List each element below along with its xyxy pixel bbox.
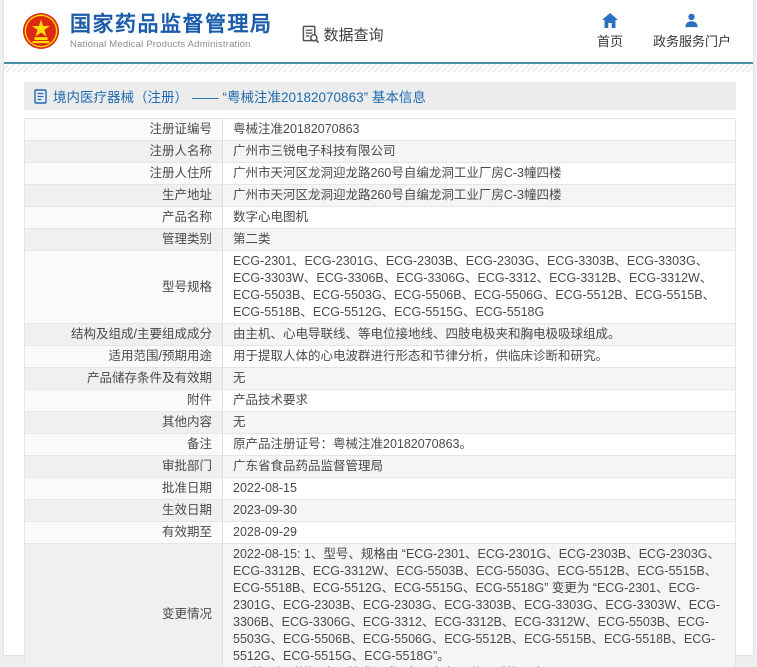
row-label: 注册证编号: [25, 119, 223, 140]
row-value: 广州市天河区龙洞迎龙路260号自编龙洞工业厂房C-3幢四楼: [223, 163, 735, 184]
row-value: 2022-08-15: 1、型号、规格由 “ECG-2301、ECG-2301G…: [223, 544, 735, 667]
top-nav: 首页 政务服务门户: [597, 13, 737, 50]
data-query-label: 数据查询: [324, 24, 384, 45]
row-label: 生产地址: [25, 185, 223, 206]
page-title: 境内医疗器械（注册） —— “粤械注准20182070863” 基本信息: [53, 86, 426, 106]
org-title: 国家药品监督管理局: [70, 13, 273, 37]
row-value: 数字心电图机: [223, 207, 735, 228]
row-value: 2023-09-30: [223, 500, 735, 521]
table-row: 结构及组成/主要组成成分由主机、心电导联线、等电位接地线、四肢电极夹和胸电极吸球…: [25, 324, 735, 346]
row-label: 产品储存条件及有效期: [25, 368, 223, 389]
row-value: 粤械注准20182070863: [223, 119, 735, 140]
row-label: 注册人名称: [25, 141, 223, 162]
table-row: 产品储存条件及有效期无: [25, 368, 735, 390]
table-row: 注册人住所广州市天河区龙洞迎龙路260号自编龙洞工业厂房C-3幢四楼: [25, 163, 735, 185]
row-label: 型号规格: [25, 251, 223, 323]
national-emblem-icon: [22, 12, 60, 50]
table-row: 产品名称数字心电图机: [25, 207, 735, 229]
page-card: 国家药品监督管理局 National Medical Products Admi…: [3, 0, 754, 656]
row-label: 批准日期: [25, 478, 223, 499]
app-header: 国家药品监督管理局 National Medical Products Admi…: [4, 0, 753, 62]
row-value: 产品技术要求: [223, 390, 735, 411]
row-label: 其他内容: [25, 412, 223, 433]
row-value: 2022-08-15: [223, 478, 735, 499]
row-label: 附件: [25, 390, 223, 411]
row-label: 注册人住所: [25, 163, 223, 184]
table-row: 生效日期2023-09-30: [25, 500, 735, 522]
hatch-band: [4, 64, 753, 72]
table-row: 附件产品技术要求: [25, 390, 735, 412]
row-label: 有效期至: [25, 522, 223, 543]
row-value: 广州市三锐电子科技有限公司: [223, 141, 735, 162]
person-icon: [684, 13, 699, 28]
nav-portal-label: 政务服务门户: [653, 31, 731, 50]
row-value: 广州市天河区龙洞迎龙路260号自编龙洞工业厂房C-3幢四楼: [223, 185, 735, 206]
doc-icon: [34, 89, 47, 104]
row-label: 结构及组成/主要组成成分: [25, 324, 223, 345]
table-row: 适用范围/预期用途用于提取人体的心电波群进行形态和节律分析，供临床诊断和研究。: [25, 346, 735, 368]
row-value: 2028-09-29: [223, 522, 735, 543]
row-value: ECG-2301、ECG-2301G、ECG-2303B、ECG-2303G、E…: [223, 251, 735, 323]
row-label: 产品名称: [25, 207, 223, 228]
info-table: 注册证编号粤械注准20182070863注册人名称广州市三锐电子科技有限公司注册…: [24, 118, 736, 667]
row-label: 生效日期: [25, 500, 223, 521]
row-label: 管理类别: [25, 229, 223, 250]
table-row: 管理类别第二类: [25, 229, 735, 251]
row-value: 广东省食品药品监督管理局: [223, 456, 735, 477]
table-rows: 注册证编号粤械注准20182070863注册人名称广州市三锐电子科技有限公司注册…: [25, 119, 735, 667]
doc-search-icon: [301, 25, 320, 44]
row-value: 第二类: [223, 229, 735, 250]
org-subtitle: National Medical Products Administration: [70, 39, 273, 50]
row-value: 原产品注册证号：粤械注准20182070863。: [223, 434, 735, 455]
table-row: 注册证编号粤械注准20182070863: [25, 119, 735, 141]
table-row: 有效期至2028-09-29: [25, 522, 735, 544]
table-row: 注册人名称广州市三锐电子科技有限公司: [25, 141, 735, 163]
nav-home[interactable]: 首页: [597, 13, 623, 50]
row-value: 无: [223, 368, 735, 389]
row-value: 用于提取人体的心电波群进行形态和节律分析，供临床诊断和研究。: [223, 346, 735, 367]
row-label: 适用范围/预期用途: [25, 346, 223, 367]
table-row: 型号规格ECG-2301、ECG-2301G、ECG-2303B、ECG-230…: [25, 251, 735, 324]
row-value: 无: [223, 412, 735, 433]
table-row: 其他内容无: [25, 412, 735, 434]
home-icon: [602, 13, 618, 28]
nav-home-label: 首页: [597, 31, 623, 50]
row-label: 备注: [25, 434, 223, 455]
row-label: 审批部门: [25, 456, 223, 477]
row-label: 变更情况: [25, 544, 223, 667]
table-row: 生产地址广州市天河区龙洞迎龙路260号自编龙洞工业厂房C-3幢四楼: [25, 185, 735, 207]
row-value: 由主机、心电导联线、等电位接地线、四肢电极夹和胸电极吸球组成。: [223, 324, 735, 345]
nav-portal[interactable]: 政务服务门户: [653, 13, 731, 50]
table-row: 批准日期2022-08-15: [25, 478, 735, 500]
brand-block: 国家药品监督管理局 National Medical Products Admi…: [70, 13, 273, 50]
breadcrumb: 境内医疗器械（注册） —— “粤械注准20182070863” 基本信息: [24, 82, 736, 110]
table-row: 变更情况2022-08-15: 1、型号、规格由 “ECG-2301、ECG-2…: [25, 544, 735, 667]
table-row: 备注原产品注册证号：粤械注准20182070863。: [25, 434, 735, 456]
data-query-tab[interactable]: 数据查询: [301, 24, 384, 45]
table-row: 审批部门广东省食品药品监督管理局: [25, 456, 735, 478]
